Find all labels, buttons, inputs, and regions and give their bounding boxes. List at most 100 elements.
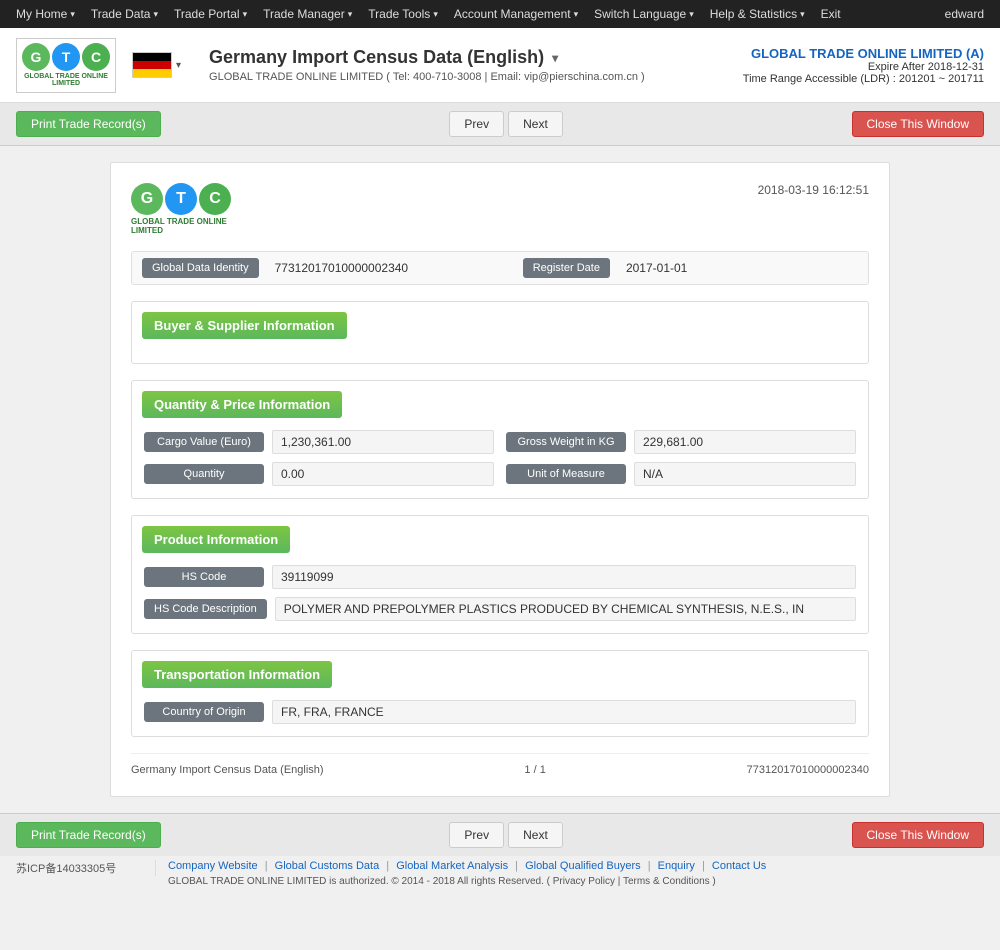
- country-of-origin-group: Country of Origin FR, FRA, FRANCE: [144, 700, 856, 724]
- chevron-down-icon: ▾: [689, 9, 694, 20]
- print-button-top[interactable]: Print Trade Record(s): [16, 111, 161, 137]
- transportation-title: Transportation Information: [142, 661, 332, 688]
- germany-flag: [132, 52, 172, 78]
- footer-left: Germany Import Census Data (English): [131, 764, 324, 776]
- logo-g: G: [22, 43, 50, 71]
- card-logo: G T C GLOBAL TRADE ONLINE LIMITED: [131, 183, 251, 235]
- chevron-down-icon: ▾: [70, 9, 75, 20]
- buyer-supplier-section: Buyer & Supplier Information: [131, 301, 869, 364]
- icp-number: 苏ICP备14033305号: [16, 860, 156, 876]
- product-row-1: HS Code 39119099: [144, 565, 856, 589]
- card-logo-text: GLOBAL TRADE ONLINE LIMITED: [131, 217, 251, 235]
- footer-copyright: GLOBAL TRADE ONLINE LIMITED is authorize…: [168, 876, 984, 887]
- flag-stripe-red: [133, 61, 171, 69]
- register-date-value: 2017-01-01: [626, 261, 858, 275]
- footer-right: 77312017010000002340: [747, 764, 869, 776]
- quantity-label: Quantity: [144, 464, 264, 484]
- chevron-down-icon: ▾: [800, 9, 805, 20]
- footer-link-global-customs[interactable]: Global Customs Data: [275, 860, 380, 872]
- product-title: Product Information: [142, 526, 290, 553]
- transportation-row-1: Country of Origin FR, FRA, FRANCE: [144, 700, 856, 724]
- gross-weight-label: Gross Weight in KG: [506, 432, 626, 452]
- nav-exit[interactable]: Exit: [813, 0, 849, 28]
- buyer-supplier-title: Buyer & Supplier Information: [142, 312, 347, 339]
- nav-trade-manager[interactable]: Trade Manager ▾: [255, 0, 360, 28]
- chevron-down-icon: ▾: [153, 9, 158, 20]
- quantity-group: Quantity 0.00: [144, 462, 494, 486]
- chevron-down-icon: ▾: [574, 9, 579, 20]
- global-data-identity-label: Global Data Identity: [142, 258, 259, 278]
- nav-trade-tools[interactable]: Trade Tools ▾: [360, 0, 446, 28]
- hs-code-desc-group: HS Code Description POLYMER AND PREPOLYM…: [144, 597, 856, 621]
- prev-button-top[interactable]: Prev: [449, 111, 504, 137]
- logo-subtitle: GLOBAL TRADE ONLINE LIMITED: [17, 73, 115, 87]
- hs-code-value: 39119099: [272, 565, 856, 589]
- main-content: G T C GLOBAL TRADE ONLINE LIMITED 2018-0…: [0, 146, 1000, 813]
- nav-switch-language[interactable]: Switch Language ▾: [586, 0, 702, 28]
- hs-code-group: HS Code 39119099: [144, 565, 856, 589]
- footer-link-contact[interactable]: Contact Us: [712, 860, 766, 872]
- footer-nav-links: Company Website | Global Customs Data | …: [168, 860, 984, 872]
- bottom-toolbar-right: Close This Window: [852, 822, 984, 848]
- toolbar-center: Prev Next: [449, 111, 562, 137]
- card-logo-t: T: [165, 183, 197, 215]
- hs-code-desc-label: HS Code Description: [144, 599, 267, 619]
- flag-stripe-yellow: [133, 69, 171, 77]
- next-button-top[interactable]: Next: [508, 111, 563, 137]
- username-display: edward: [937, 7, 992, 21]
- quantity-price-row-1: Cargo Value (Euro) 1,230,361.00 Gross We…: [144, 430, 856, 454]
- footer-link-qualified-buyers[interactable]: Global Qualified Buyers: [525, 860, 641, 872]
- global-data-identity-value: 77312017010000002340: [275, 261, 507, 275]
- quantity-value: 0.00: [272, 462, 494, 486]
- chevron-down-icon: ▾: [243, 9, 248, 20]
- nav-trade-portal[interactable]: Trade Portal ▾: [166, 0, 255, 28]
- quantity-price-section: Quantity & Price Information Cargo Value…: [131, 380, 869, 499]
- footer-center: 1 / 1: [524, 764, 545, 776]
- top-navigation: My Home ▾ Trade Data ▾ Trade Portal ▾ Tr…: [0, 0, 1000, 28]
- unit-of-measure-group: Unit of Measure N/A: [506, 462, 856, 486]
- footer-link-company-website[interactable]: Company Website: [168, 860, 258, 872]
- cargo-value-value: 1,230,361.00: [272, 430, 494, 454]
- quantity-price-body: Cargo Value (Euro) 1,230,361.00 Gross We…: [132, 418, 868, 498]
- page-subtitle: GLOBAL TRADE ONLINE LIMITED ( Tel: 400-7…: [209, 71, 743, 83]
- product-body: HS Code 39119099 HS Code Description POL…: [132, 553, 868, 633]
- card-header: G T C GLOBAL TRADE ONLINE LIMITED 2018-0…: [131, 183, 869, 235]
- record-timestamp: 2018-03-19 16:12:51: [758, 183, 869, 197]
- chevron-down-icon: ▾: [348, 9, 353, 20]
- print-button-bottom[interactable]: Print Trade Record(s): [16, 822, 161, 848]
- bottom-toolbar: Print Trade Record(s) Prev Next Close Th…: [0, 813, 1000, 856]
- close-button-bottom[interactable]: Close This Window: [852, 822, 984, 848]
- country-of-origin-value: FR, FRA, FRANCE: [272, 700, 856, 724]
- bottom-toolbar-center: Prev Next: [449, 822, 562, 848]
- logo-t: T: [52, 43, 80, 71]
- record-card: G T C GLOBAL TRADE ONLINE LIMITED 2018-0…: [110, 162, 890, 797]
- product-row-2: HS Code Description POLYMER AND PREPOLYM…: [144, 597, 856, 621]
- flag-selector[interactable]: ▾: [132, 52, 181, 78]
- top-toolbar: Print Trade Record(s) Prev Next Close Th…: [0, 103, 1000, 146]
- next-button-bottom[interactable]: Next: [508, 822, 563, 848]
- card-logo-c: C: [199, 183, 231, 215]
- nav-trade-data[interactable]: Trade Data ▾: [83, 0, 166, 28]
- company-name: GLOBAL TRADE ONLINE LIMITED (A): [743, 46, 984, 61]
- prev-button-bottom[interactable]: Prev: [449, 822, 504, 848]
- country-of-origin-label: Country of Origin: [144, 702, 264, 722]
- transportation-section: Transportation Information Country of Or…: [131, 650, 869, 737]
- nav-my-home[interactable]: My Home ▾: [8, 0, 83, 28]
- cargo-value-label: Cargo Value (Euro): [144, 432, 264, 452]
- buyer-supplier-body: [132, 339, 868, 363]
- card-footer: Germany Import Census Data (English) 1 /…: [131, 753, 869, 776]
- register-date-label: Register Date: [523, 258, 610, 278]
- nav-account-management[interactable]: Account Management ▾: [446, 0, 586, 28]
- nav-help-statistics[interactable]: Help & Statistics ▾: [702, 0, 813, 28]
- footer-links-area: Company Website | Global Customs Data | …: [168, 860, 984, 887]
- quantity-price-row-2: Quantity 0.00 Unit of Measure N/A: [144, 462, 856, 486]
- footer-link-enquiry[interactable]: Enquiry: [658, 860, 695, 872]
- close-button-top[interactable]: Close This Window: [852, 111, 984, 137]
- bottom-toolbar-left: Print Trade Record(s): [16, 822, 161, 848]
- title-dropdown-icon[interactable]: ▾: [552, 51, 558, 65]
- unit-of-measure-value: N/A: [634, 462, 856, 486]
- hs-code-desc-value: POLYMER AND PREPOLYMER PLASTICS PRODUCED…: [275, 597, 856, 621]
- logo-c: C: [82, 43, 110, 71]
- toolbar-right: Close This Window: [852, 111, 984, 137]
- footer-link-market-analysis[interactable]: Global Market Analysis: [396, 860, 508, 872]
